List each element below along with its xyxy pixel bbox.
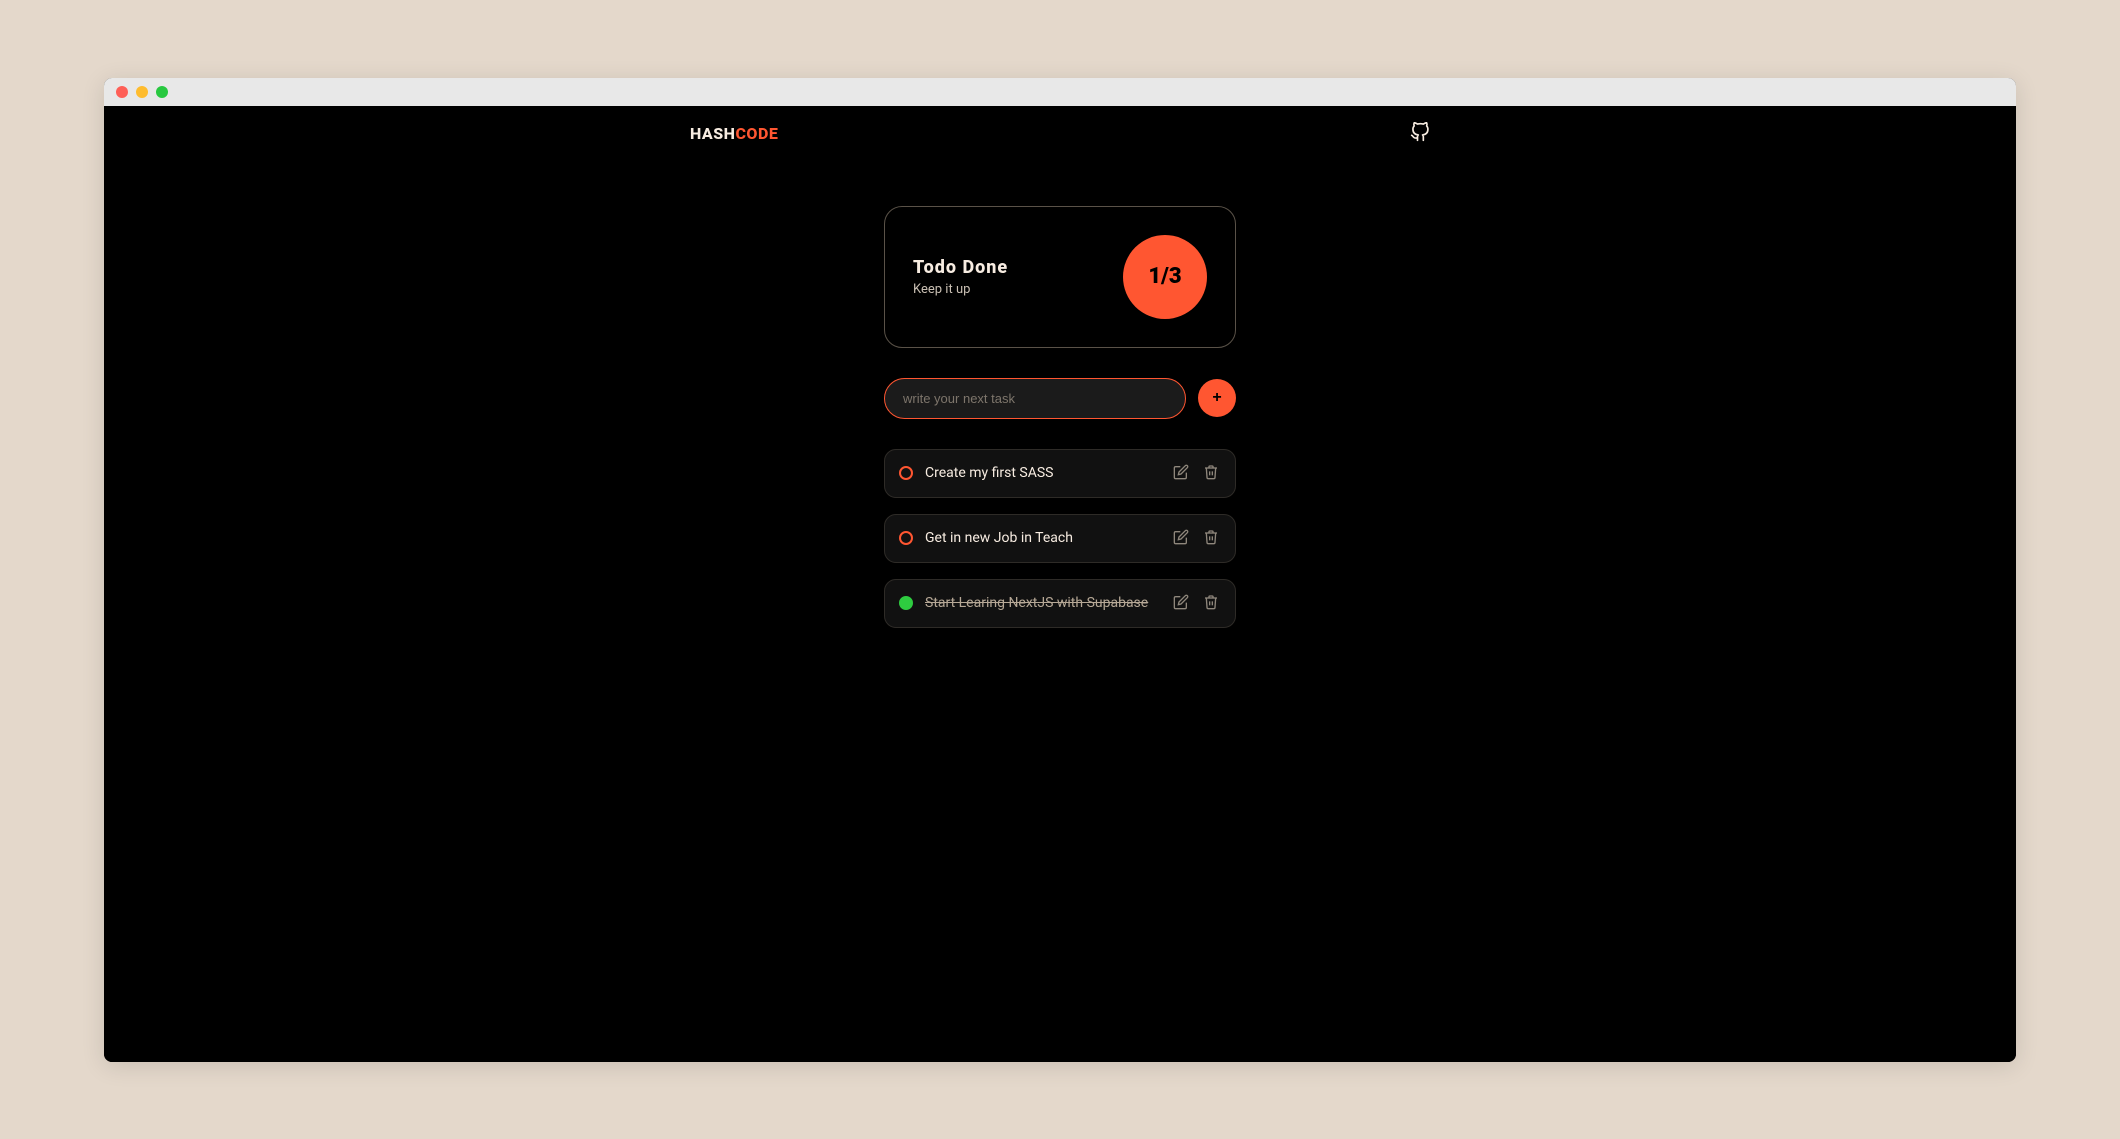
logo-first: HASH (690, 124, 735, 143)
main-column: Todo Done Keep it up 1/3 + Create my fir… (884, 206, 1236, 628)
task-text: Get in new Job in Teach (925, 530, 1159, 546)
task-checkbox[interactable] (899, 466, 913, 480)
stat-card: Todo Done Keep it up 1/3 (884, 206, 1236, 348)
stat-text: Todo Done Keep it up (913, 257, 1008, 297)
github-icon[interactable] (1410, 122, 1430, 146)
window-minimize-dot[interactable] (136, 86, 148, 98)
trash-icon (1203, 594, 1219, 610)
edit-task-button[interactable] (1171, 527, 1191, 550)
task-row: Get in new Job in Teach (884, 514, 1236, 563)
task-text: Create my first SASS (925, 465, 1159, 481)
app-window: HASHCODE Todo Done Keep it up 1/3 + (104, 78, 2016, 1062)
new-task-input[interactable] (884, 378, 1186, 419)
add-task-button[interactable]: + (1198, 379, 1236, 417)
task-actions (1171, 592, 1221, 615)
window-close-dot[interactable] (116, 86, 128, 98)
task-checkbox[interactable] (899, 596, 913, 610)
task-text: Start Learing NextJS with Supabase (925, 595, 1159, 611)
window-zoom-dot[interactable] (156, 86, 168, 98)
task-checkbox[interactable] (899, 531, 913, 545)
task-actions (1171, 527, 1221, 550)
stat-subtitle: Keep it up (913, 282, 1008, 297)
task-row: Create my first SASS (884, 449, 1236, 498)
logo: HASHCODE (690, 124, 778, 143)
app-content: HASHCODE Todo Done Keep it up 1/3 + (104, 106, 2016, 1062)
window-titlebar (104, 78, 2016, 106)
new-task-row: + (884, 378, 1236, 419)
edit-icon (1173, 594, 1189, 610)
task-row: Start Learing NextJS with Supabase (884, 579, 1236, 628)
logo-second: CODE (735, 124, 778, 143)
delete-task-button[interactable] (1201, 462, 1221, 485)
delete-task-button[interactable] (1201, 527, 1221, 550)
edit-task-button[interactable] (1171, 462, 1191, 485)
edit-icon (1173, 529, 1189, 545)
topbar: HASHCODE (690, 106, 1430, 146)
edit-task-button[interactable] (1171, 592, 1191, 615)
trash-icon (1203, 529, 1219, 545)
stat-counter: 1/3 (1123, 235, 1207, 319)
trash-icon (1203, 464, 1219, 480)
edit-icon (1173, 464, 1189, 480)
plus-icon: + (1212, 389, 1221, 407)
task-actions (1171, 462, 1221, 485)
delete-task-button[interactable] (1201, 592, 1221, 615)
task-list: Create my first SASS Get in new Job in T… (884, 449, 1236, 628)
stat-title: Todo Done (913, 257, 1008, 278)
